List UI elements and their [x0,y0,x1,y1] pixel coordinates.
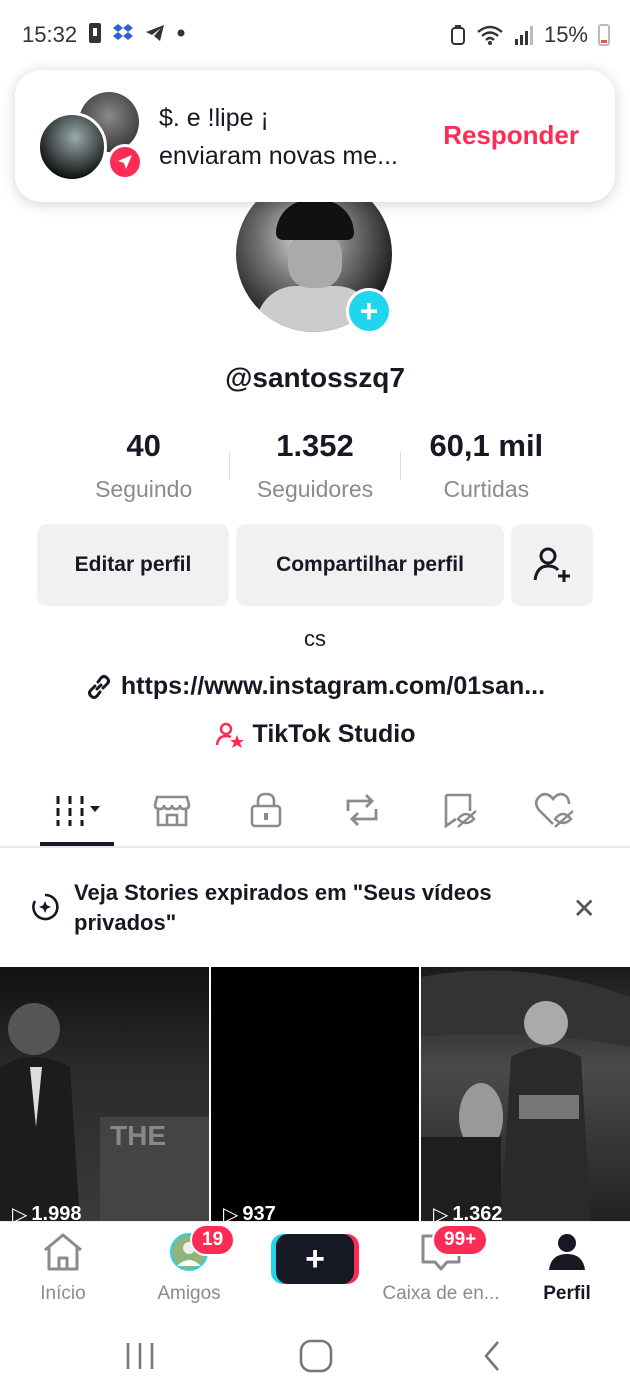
videos-grid-icon [56,796,100,826]
add-user-icon [533,547,570,582]
sim-icon [89,23,101,43]
send-icon [107,144,143,180]
link-icon [87,674,110,699]
active-tab-indicator [40,842,114,846]
stories-banner[interactable]: Veja Stories expirados em "Seus vídeos p… [0,850,630,966]
stories-banner-text: Veja Stories expirados em "Seus vídeos p… [74,880,492,935]
nav-inbox-label: Caixa de en... [382,1283,500,1304]
thumbnail-image: THE [0,1003,209,1221]
bottom-navigation: Início Amigos 19 + Caixa de en... 99+ Pe… [0,1221,630,1317]
profile-icon [549,1234,585,1270]
stat-label: Seguindo [95,476,193,502]
telegram-icon [146,25,164,41]
status-bar: 15:32 15% [0,0,630,70]
thumbnail-image [421,970,630,1221]
nav-friends-label: Amigos [157,1283,221,1304]
close-icon[interactable]: ✕ [573,892,596,925]
battery-percent: 15% [543,22,588,47]
tab-reposts[interactable] [332,788,392,832]
signal-icon [514,26,533,45]
notification-title: $. e !lipe ¡ [159,104,269,132]
alarm-icon [450,25,465,45]
tab-shop[interactable] [142,788,202,832]
create-button[interactable]: + [276,1234,354,1284]
lock-icon [250,792,282,828]
add-story-button[interactable]: + [346,288,392,334]
stat-value: 60,1 mil [429,428,544,463]
edit-profile-button[interactable]: Editar perfil [37,524,229,606]
nav-friends[interactable]: Amigos 19 [126,1224,252,1305]
inbox-badge: 99+ [432,1224,489,1256]
back-icon[interactable] [478,1338,506,1374]
profile-link[interactable]: https://www.instagram.com/01san... [0,672,630,701]
tab-liked[interactable] [524,788,584,832]
message-notification[interactable]: $. e !lipe ¡ enviaram novas me... Respon… [15,70,615,202]
recent-apps-icon[interactable] [122,1340,158,1372]
stat-value: 1.352 [276,428,354,463]
studio-label: TikTok Studio [252,720,416,748]
battery-icon [598,24,610,46]
nav-home[interactable]: Início [0,1232,126,1305]
video-grid: THE ▷ 1.998 ▷ 937 ▷ 1.362 [0,967,630,1221]
story-add-icon [32,893,59,921]
plus-icon: + [305,1239,325,1278]
nav-profile[interactable]: Perfil [504,1232,630,1305]
stat-value: 40 [126,428,161,463]
avatar [37,112,107,182]
tab-videos[interactable] [46,788,106,832]
stat-likes[interactable]: 60,1 mil Curtidas [401,428,572,503]
nav-home-label: Início [40,1283,86,1304]
reply-button[interactable]: Responder [443,120,579,151]
tab-private[interactable] [236,788,296,832]
system-navigation [0,1318,630,1400]
stat-followers[interactable]: 1.352 Seguidores [229,428,401,503]
username: @santosszq7 [225,362,405,393]
add-friend-button[interactable] [511,524,593,606]
profile-bio: cs [304,626,326,651]
view-count: ▷ 937 [223,1202,276,1221]
friends-badge: 19 [190,1224,236,1256]
nav-profile-label: Perfil [543,1283,591,1304]
repost-icon [346,794,378,826]
dot-icon [177,29,185,37]
saved-icon [444,793,477,829]
view-count: ▷ 1.998 [12,1202,81,1221]
wifi-icon [477,25,503,45]
divider [229,452,231,480]
tiktok-studio-link[interactable]: TikTok Studio [0,720,630,749]
dropbox-icon [113,24,133,40]
creator-star-icon [215,722,244,748]
video-thumbnail[interactable]: THE ▷ 1.998 [0,967,209,1221]
svg-text:THE: THE [110,1120,166,1151]
shop-icon [153,795,191,827]
stat-label: Curtidas [443,476,530,502]
video-thumbnail[interactable]: ▷ 937 [211,967,419,1221]
profile-stats: 40 Seguindo 1.352 Seguidores 60,1 mil Cu… [58,428,572,503]
video-thumbnail[interactable]: ▷ 1.362 [421,967,630,1221]
stat-label: Seguidores [256,476,374,502]
view-count-value: 1.362 [452,1203,503,1221]
content-tabs [0,780,630,848]
home-button-icon[interactable] [298,1338,334,1374]
profile-link-text: https://www.instagram.com/01san... [120,672,546,700]
nav-inbox[interactable]: Caixa de en... 99+ [378,1224,504,1305]
play-icon: ▷ [12,1204,28,1221]
tab-favorites[interactable] [430,788,490,832]
view-count-value: 937 [242,1203,276,1221]
play-icon: ▷ [433,1204,449,1221]
view-count-value: 1.998 [31,1203,82,1221]
share-profile-button[interactable]: Compartilhar perfil [236,524,504,606]
home-icon [44,1233,82,1271]
view-count: ▷ 1.362 [433,1202,502,1221]
notification-text: enviaram novas me... [159,142,398,170]
stat-following[interactable]: 40 Seguindo [58,428,229,503]
liked-hidden-icon [534,792,574,828]
status-time: 15:32 [22,22,78,47]
play-icon: ▷ [223,1204,239,1221]
